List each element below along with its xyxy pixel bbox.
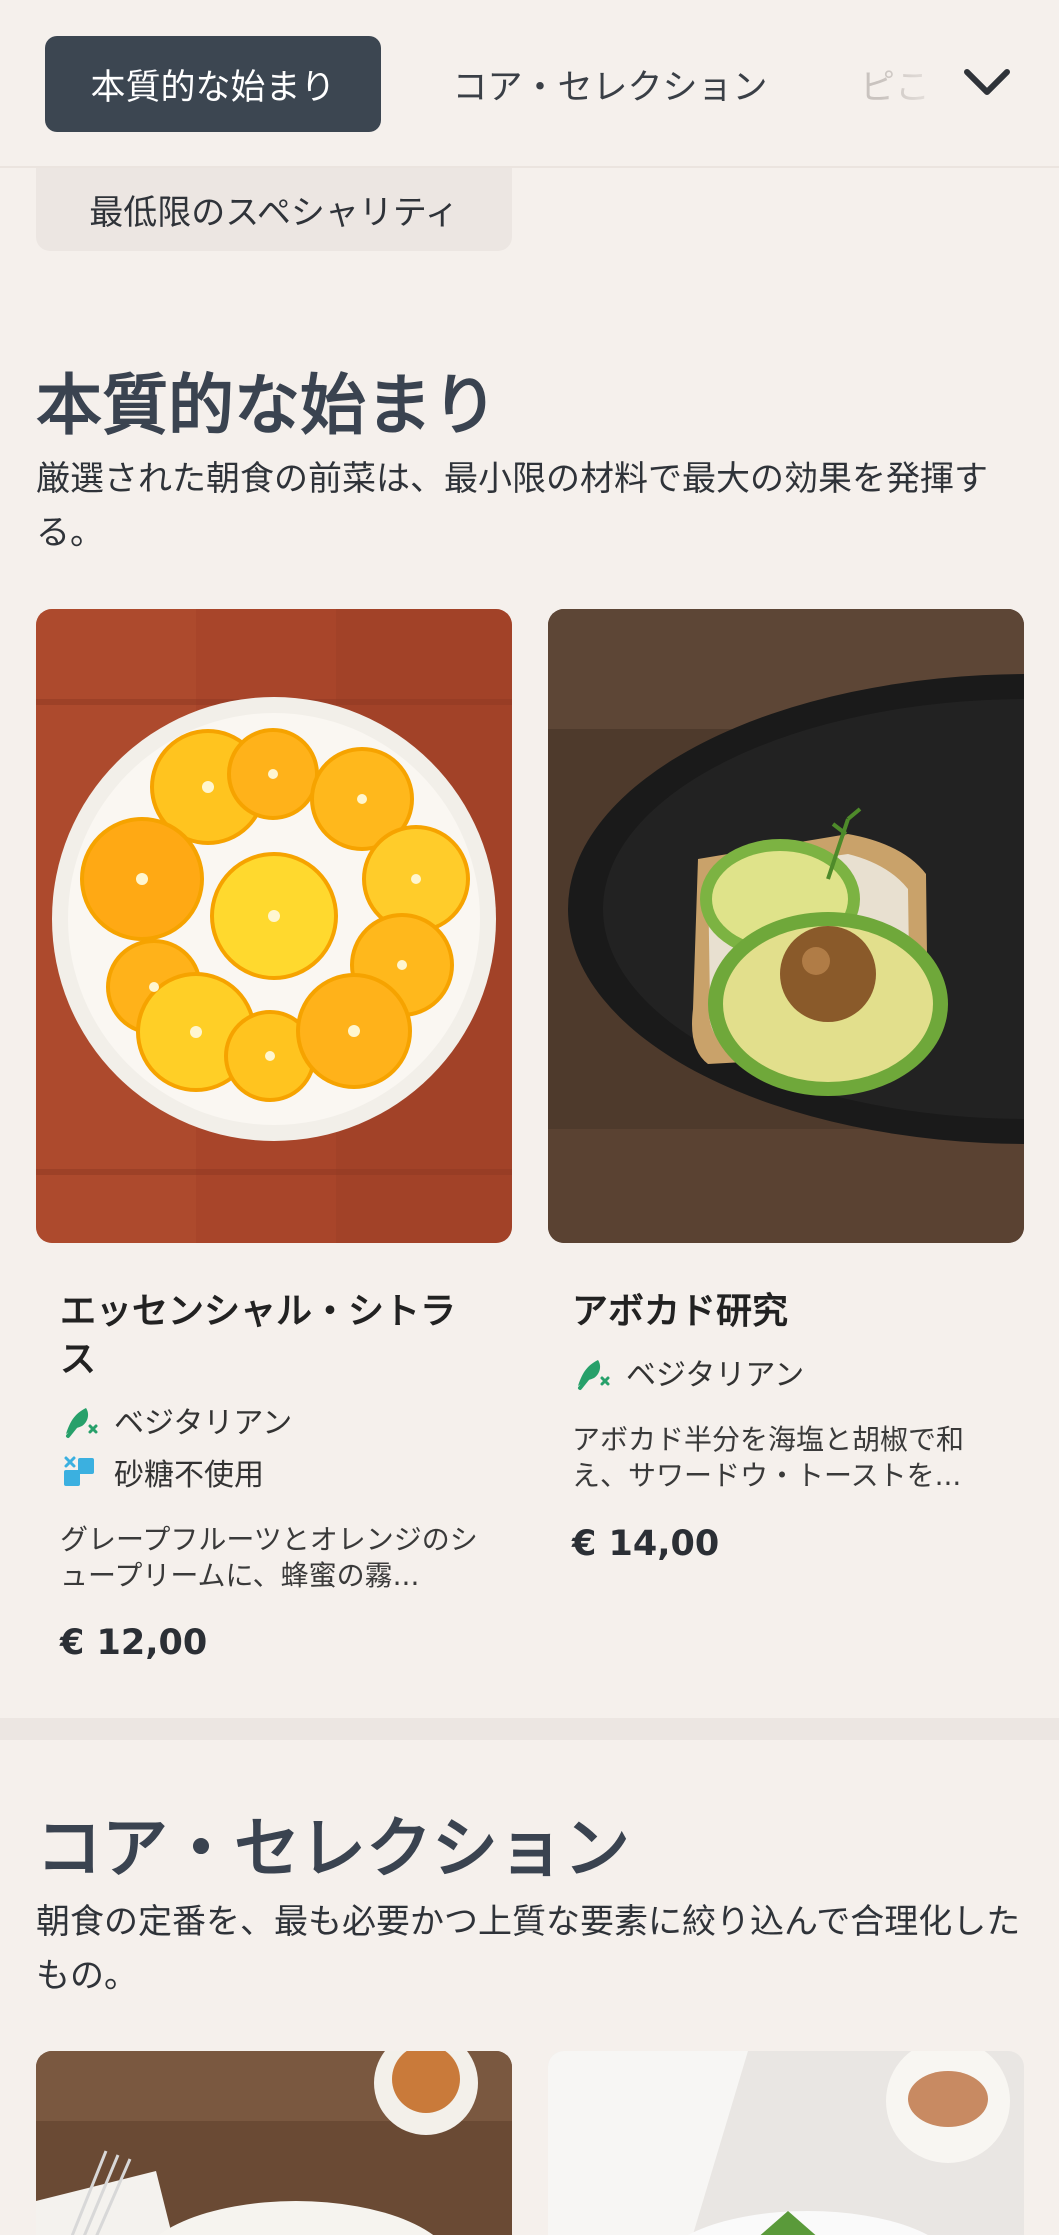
tag-label: ベジタリアン: [626, 1358, 805, 1393]
section-divider: [0, 1718, 1059, 1740]
tab-minimal-specialty[interactable]: 最低限のスペシャリティ: [36, 168, 512, 251]
tag-label: 砂糖不使用: [114, 1458, 264, 1493]
breakfast-dish-image[interactable]: [36, 2051, 512, 2235]
vegetarian-icon: [572, 1352, 612, 1392]
tag-vegetarian: ベジタリアン: [60, 1398, 292, 1442]
tag-sugar-free: 砂糖不使用: [60, 1450, 264, 1494]
sugar-free-icon: [60, 1452, 100, 1492]
item-description: アボカド半分を海塩と胡椒で和え、サワードウ・トーストを...: [572, 1423, 965, 1492]
section-title: コア・セレクション: [36, 1810, 630, 1887]
section-title: 本質的な始まり: [36, 367, 498, 444]
item-title[interactable]: アボカド研究: [572, 1288, 992, 1336]
avocado-dish-image[interactable]: [548, 609, 1024, 1243]
vegetarian-icon: [60, 1400, 100, 1440]
breakfast-dish-image[interactable]: [548, 2051, 1024, 2235]
citrus-dish-image[interactable]: [36, 609, 512, 1243]
tab-core-selection[interactable]: コア・セレクション: [420, 36, 800, 132]
item-description: グレープフルーツとオレンジのシュープリームに、蜂蜜の霧...: [60, 1523, 478, 1592]
item-title[interactable]: エッセンシャル・シトラス: [60, 1288, 480, 1384]
tab-essential-starts[interactable]: 本質的な始まり: [45, 36, 381, 132]
category-tab-bar: 本質的な始まり コア・セレクション ピこ: [0, 0, 1059, 168]
tag-label: ベジタリアン: [114, 1406, 293, 1441]
tab-fade-overlay: [880, 20, 960, 150]
tag-vegetarian: ベジタリアン: [572, 1350, 804, 1394]
item-price: € 12,00: [60, 1623, 208, 1663]
chevron-down-icon[interactable]: [957, 58, 1017, 108]
section-description: 朝食の定番を、最も必要かつ上質な要素に絞り込んで合理化したもの。: [36, 1902, 1021, 1996]
item-price: € 14,00: [572, 1524, 720, 1564]
section-description: 厳選された朝食の前菜は、最小限の材料で最大の効果を発揮する。: [36, 459, 988, 553]
